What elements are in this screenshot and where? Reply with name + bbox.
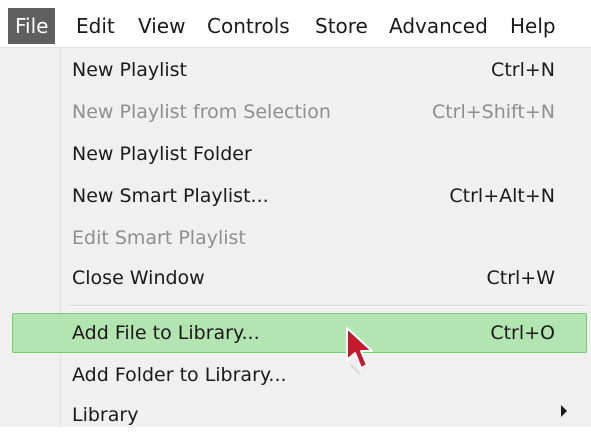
menu-item-label: New Playlist from Selection <box>72 101 331 123</box>
menu-item-new-playlist-from-selection[interactable]: New Playlist from Selection Ctrl+Shift+N <box>60 92 587 132</box>
menu-item-shortcut: Ctrl+N <box>491 59 555 81</box>
menubar-help[interactable]: Help <box>510 8 556 44</box>
menubar-file[interactable]: File <box>8 8 56 44</box>
menu-item-shortcut: Ctrl+Alt+N <box>449 185 555 207</box>
menu-item-shortcut: Ctrl+W <box>486 267 555 289</box>
menubar-advanced[interactable]: Advanced <box>389 8 488 44</box>
menu-item-library[interactable]: Library <box>60 395 587 435</box>
menu-item-label: Add Folder to Library... <box>72 364 287 386</box>
menu-item-label: Add File to Library... <box>72 322 260 344</box>
menu-item-label: Edit Smart Playlist <box>72 227 246 249</box>
mouse-pointer-icon <box>346 327 373 374</box>
menu-item-new-smart-playlist[interactable]: New Smart Playlist... Ctrl+Alt+N <box>60 176 587 216</box>
menubar-controls[interactable]: Controls <box>207 8 290 44</box>
menu-item-label: Library <box>72 404 139 426</box>
menu-item-shortcut: Ctrl+Shift+N <box>431 101 555 123</box>
menu-bar: File Edit View Controls Store Advanced H… <box>0 0 591 48</box>
menu-item-add-folder-to-library[interactable]: Add Folder to Library... <box>60 355 587 395</box>
chevron-right-icon <box>561 405 567 417</box>
menu-item-new-playlist-folder[interactable]: New Playlist Folder <box>60 134 587 174</box>
menu-item-edit-smart-playlist[interactable]: Edit Smart Playlist <box>60 218 587 258</box>
menu-item-shortcut: Ctrl+O <box>490 322 555 344</box>
menubar-store[interactable]: Store <box>315 8 368 44</box>
menu-item-label: New Playlist <box>72 59 188 81</box>
menu-item-add-file-to-library[interactable]: Add File to Library... Ctrl+O <box>60 313 587 353</box>
menubar-edit[interactable]: Edit <box>76 8 115 44</box>
menu-item-close-window[interactable]: Close Window Ctrl+W <box>60 258 587 298</box>
menu-separator <box>68 305 587 307</box>
menu-item-label: Close Window <box>72 267 205 289</box>
menu-item-label: New Smart Playlist... <box>72 185 269 207</box>
menu-item-label: New Playlist Folder <box>72 143 252 165</box>
menu-item-new-playlist[interactable]: New Playlist Ctrl+N <box>60 50 587 90</box>
menubar-view[interactable]: View <box>138 8 185 44</box>
